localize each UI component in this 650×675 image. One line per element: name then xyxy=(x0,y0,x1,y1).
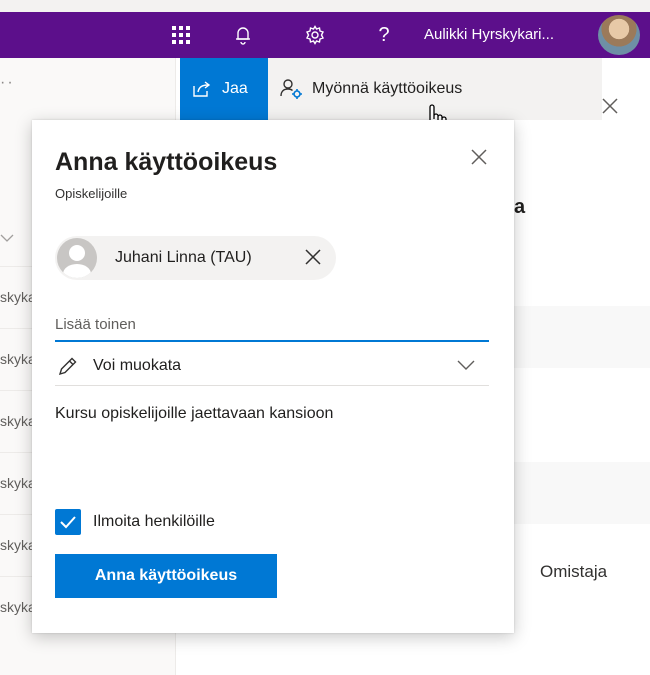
checkmark-icon xyxy=(60,516,76,529)
grant-access-submit-button[interactable]: Anna käyttöoikeus xyxy=(55,554,277,598)
recipient-chip[interactable]: Juhani Linna (TAU) xyxy=(55,236,336,280)
close-panel-icon[interactable] xyxy=(598,94,622,118)
command-bar: Jaa Myönnä käyttöoikeus xyxy=(180,58,602,120)
list-item[interactable]: skyka xyxy=(0,390,34,452)
user-avatar[interactable] xyxy=(598,15,640,55)
owner-label: Omistaja xyxy=(540,562,608,581)
window-top-strip xyxy=(0,0,650,12)
remove-recipient-icon[interactable] xyxy=(302,246,324,268)
notify-checkbox-row[interactable]: Ilmoita henkilöille xyxy=(55,509,215,535)
notify-checkbox[interactable] xyxy=(55,509,81,535)
notify-label: Ilmoita henkilöille xyxy=(93,513,215,530)
person-gear-icon xyxy=(280,79,302,99)
person-avatar-icon xyxy=(57,238,97,278)
share-icon xyxy=(193,81,211,97)
waffle-icon[interactable] xyxy=(164,12,198,58)
user-name[interactable]: Aulikki Hyrskykari... xyxy=(424,12,554,58)
list-item[interactable]: skyka xyxy=(0,514,34,576)
background-heading: a xyxy=(514,196,526,218)
background-band xyxy=(514,306,650,368)
list-item[interactable]: skyka xyxy=(0,328,34,390)
list-item[interactable]: skyka xyxy=(0,266,34,328)
list-item[interactable]: skyka xyxy=(0,576,34,638)
chevron-down-icon xyxy=(457,358,475,376)
permission-label: Voi muokata xyxy=(93,356,182,374)
close-icon[interactable] xyxy=(468,146,492,170)
background-band xyxy=(514,462,650,524)
share-label: Jaa xyxy=(222,80,248,97)
more-options-icon[interactable]: ·· xyxy=(0,74,15,92)
share-button[interactable]: Jaa xyxy=(180,58,268,120)
grant-access-label: Myönnä käyttöoikeus xyxy=(312,80,463,97)
gear-icon[interactable] xyxy=(300,12,330,58)
list-item[interactable]: skyka xyxy=(0,452,34,514)
recipient-name: Juhani Linna (TAU) xyxy=(115,249,252,266)
add-another-input[interactable] xyxy=(55,302,489,342)
permission-dropdown[interactable]: Voi muokata xyxy=(55,346,489,386)
message-textarea[interactable]: Kursu opiskelijoille jaettavaan kansioon xyxy=(55,405,489,485)
dialog-subtitle: Opiskelijoille xyxy=(55,186,128,201)
grant-access-dialog: Anna käyttöoikeus Opiskelijoille Juhani … xyxy=(32,120,514,633)
help-icon[interactable]: ? xyxy=(372,12,396,58)
dialog-title: Anna käyttöoikeus xyxy=(55,148,278,176)
suite-bar: ? Aulikki Hyrskykari... xyxy=(0,12,650,58)
chevron-down-icon[interactable] xyxy=(0,230,14,246)
bell-icon[interactable] xyxy=(228,12,258,58)
pencil-icon xyxy=(58,357,77,375)
